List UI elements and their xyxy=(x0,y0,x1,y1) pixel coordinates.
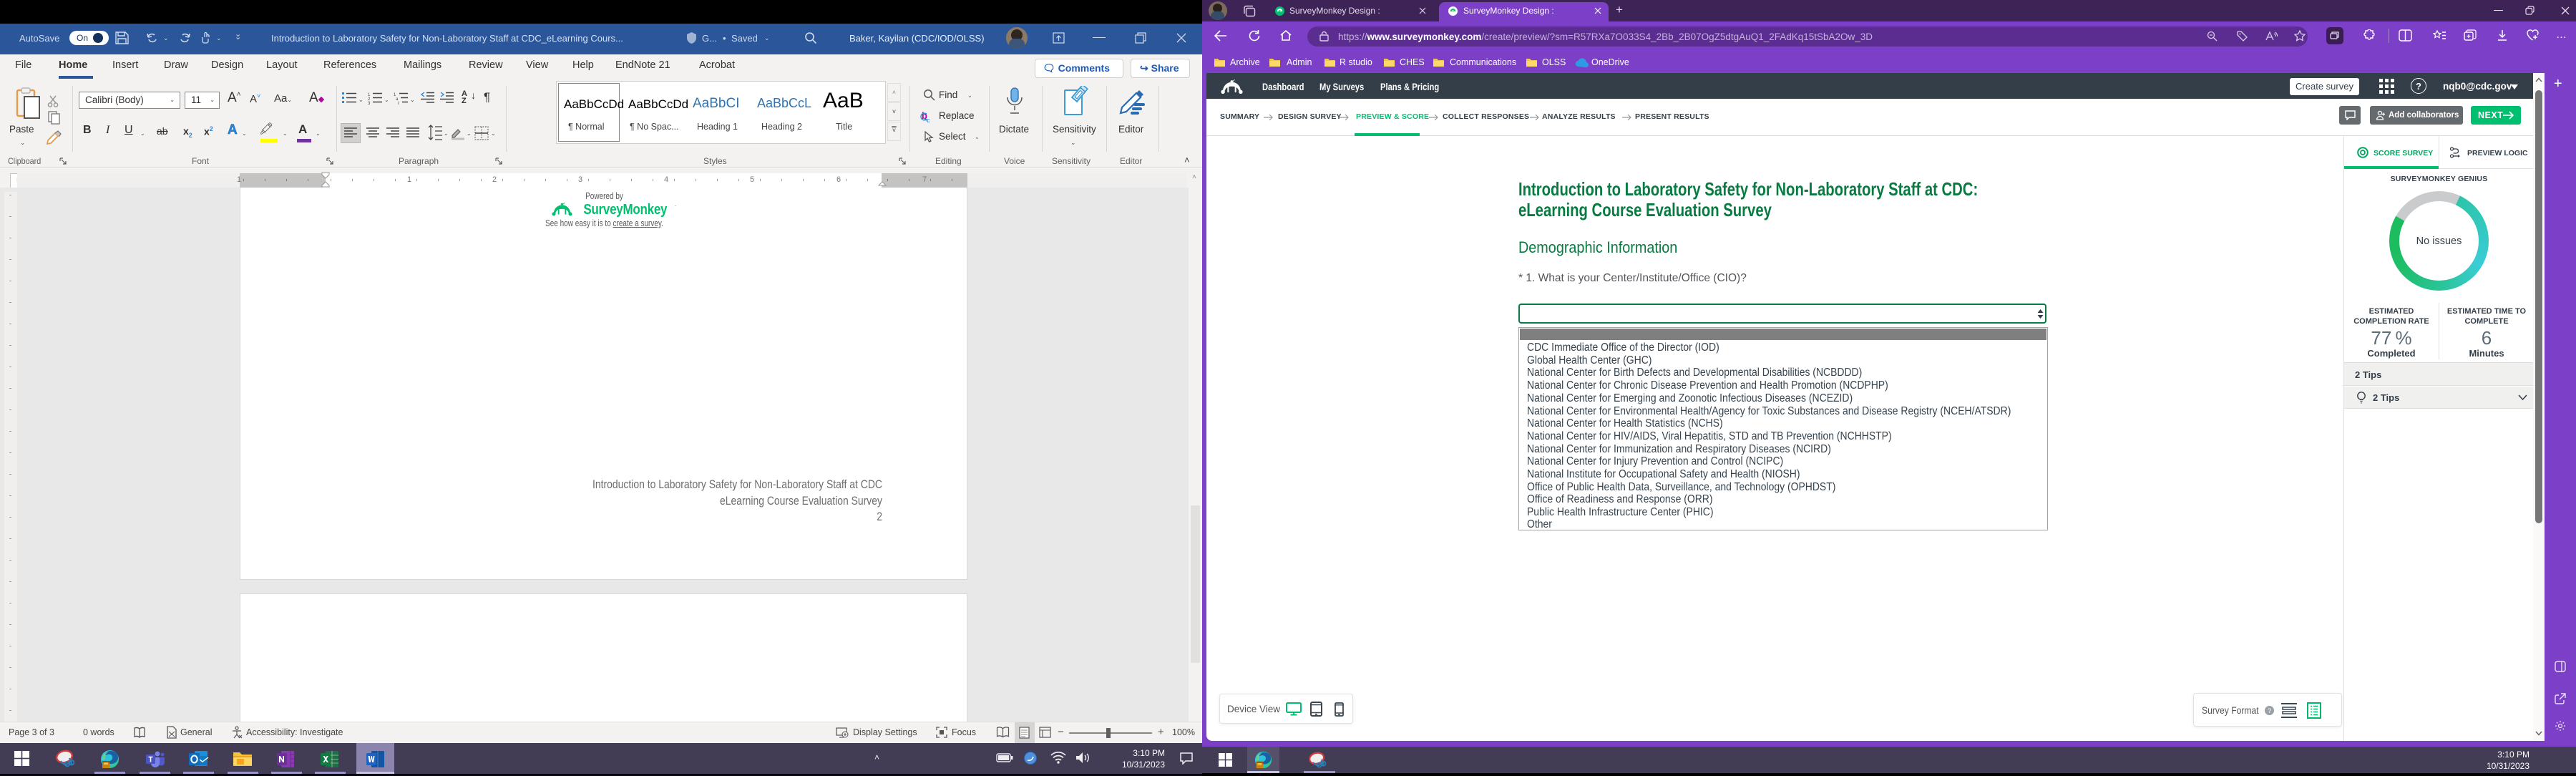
svg-text:c: c xyxy=(927,117,930,123)
svg-text:3: 3 xyxy=(368,102,371,105)
svg-text:i: i xyxy=(398,102,399,105)
